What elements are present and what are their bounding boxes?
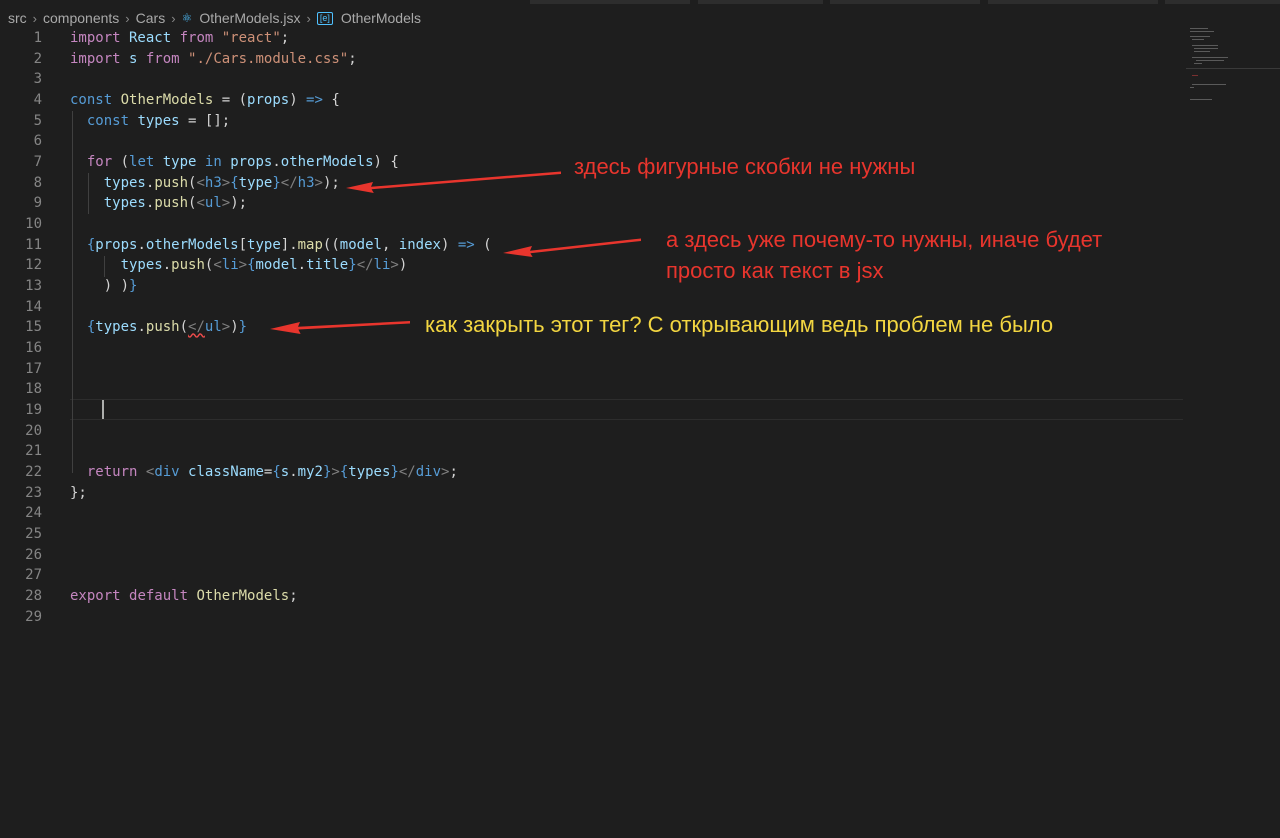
arrow-left-icon bbox=[503, 238, 641, 257]
annotation-arrows bbox=[270, 171, 641, 334]
arrow-left-icon bbox=[346, 171, 561, 193]
arrow-left-icon bbox=[270, 321, 410, 334]
